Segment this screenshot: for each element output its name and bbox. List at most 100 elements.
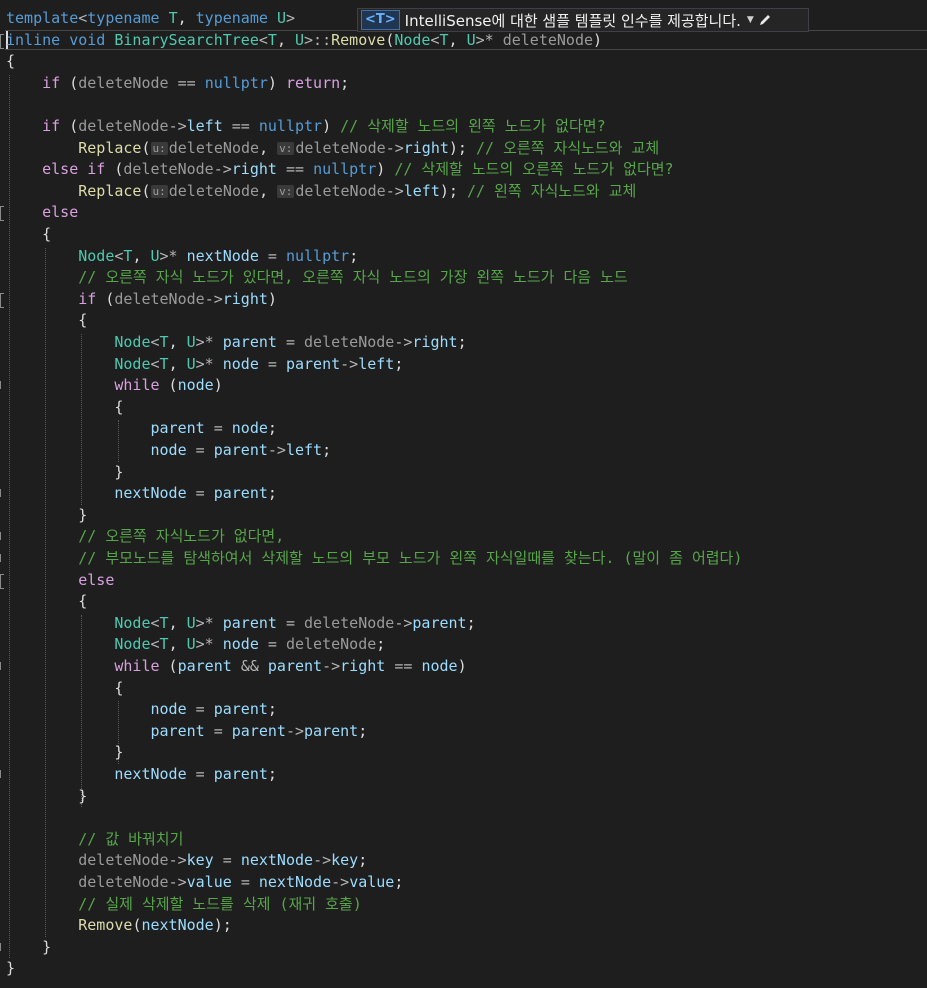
code-line[interactable]: Replace(u: deleteNode, v: deleteNode->righ… [6, 138, 659, 160]
code-line[interactable]: { [6, 397, 123, 419]
code-token: left [403, 181, 440, 200]
code-line[interactable]: } [6, 958, 15, 980]
code-token: parent [150, 721, 205, 740]
code-line[interactable]: deleteNode->key = nextNode->key; [6, 850, 367, 872]
code-line[interactable]: else [6, 570, 114, 592]
code-line[interactable]: template<typename T, typename U> [6, 8, 295, 30]
intellisense-template-bar[interactable]: <T> IntelliSense에 대한 샘플 템플릿 인수를 제공합니다. ▼ [357, 8, 809, 32]
code-lines[interactable]: template<typename T, typename U> inline v… [0, 0, 927, 988]
code-line[interactable]: parent = node; [6, 418, 277, 440]
code-token: ; [394, 354, 404, 373]
code-token: U [150, 246, 160, 265]
code-token: // 오른쪽 자식노드가 없다면, [78, 527, 285, 546]
code-line[interactable]: node = parent; [6, 699, 277, 721]
code-token: Remove [331, 30, 386, 49]
code-token: -> [322, 657, 341, 675]
code-line[interactable]: while (parent && parent->right == node) [6, 656, 467, 678]
code-token: , [132, 246, 151, 265]
code-line[interactable]: else [6, 202, 78, 224]
code-token: { [6, 52, 16, 71]
code-line[interactable]: Node<T, U>* parent = deleteNode->parent; [6, 613, 475, 635]
code-token: ( [159, 376, 178, 395]
code-token: >* [195, 635, 214, 654]
code-token: node [231, 419, 268, 438]
code-token: -> [385, 181, 404, 200]
code-token: return [285, 73, 341, 92]
code-line[interactable]: nextNode = parent; [6, 764, 277, 786]
code-line[interactable]: Node<T, U>* parent = deleteNode->right; [6, 332, 466, 354]
code-token: ; [376, 635, 386, 654]
code-line[interactable]: { [6, 51, 15, 73]
chevron-down-icon[interactable]: ▼ [747, 15, 754, 25]
code-line[interactable]: // 오른쪽 자식 노드가 있다면, 오른쪽 자식 노드의 가장 왼쪽 노드가 … [6, 267, 627, 289]
code-line[interactable]: } [6, 937, 51, 959]
code-line[interactable]: // 값 바꿔치기 [6, 829, 183, 851]
code-line[interactable]: deleteNode->value = nextNode->value; [6, 872, 403, 894]
code-line[interactable]: Replace(u: deleteNode, v: deleteNode->left… [6, 181, 636, 203]
code-token: deleteNode [114, 289, 205, 308]
code-line[interactable]: { [6, 591, 87, 613]
code-token: ) [322, 117, 341, 135]
code-line[interactable]: { [6, 678, 123, 700]
code-line[interactable]: node = parent->left; [6, 440, 332, 462]
code-line[interactable]: Node<T, U>* node = parent->left; [6, 354, 403, 376]
code-line[interactable]: if (deleteNode->left == nullptr) // 삭제할 … [6, 116, 605, 138]
code-token: T [267, 30, 277, 49]
code-line[interactable]: } [6, 786, 87, 808]
code-token: } [6, 505, 88, 524]
code-token: left [186, 117, 223, 135]
code-line[interactable]: // 오른쪽 자식노드가 없다면, [6, 526, 284, 548]
code-token: ) [267, 289, 277, 308]
code-line[interactable]: parent = parent->parent; [6, 721, 368, 743]
code-line[interactable]: { [6, 310, 87, 332]
code-token: // 부모노드를 탐색하여서 삭제할 노드의 부모 노드가 왼쪽 자식일때를 찾… [78, 549, 743, 567]
code-token: typename [195, 9, 268, 27]
code-token: nextNode [258, 873, 332, 891]
code-token: parent [304, 721, 359, 740]
code-line[interactable]: Remove(nextNode); [6, 915, 232, 937]
code-line[interactable]: Node<T, U>* node = deleteNode; [6, 634, 385, 656]
code-token: , [168, 354, 187, 373]
code-line[interactable]: } [6, 742, 123, 764]
code-line[interactable]: if (deleteNode->right) [6, 289, 277, 311]
code-line[interactable]: nextNode = parent; [6, 483, 277, 505]
code-token: parent [222, 333, 277, 351]
code-token: void [69, 30, 106, 49]
code-token: node [150, 441, 187, 459]
code-token: -> [204, 289, 223, 308]
code-token: ) [457, 657, 467, 675]
code-line[interactable]: Node<T, U>* nextNode = nullptr; [6, 246, 358, 268]
pencil-icon[interactable] [758, 13, 772, 27]
code-editor[interactable]: template<typename T, typename U> inline v… [0, 0, 927, 988]
code-token: Node [114, 354, 151, 373]
code-token: = [195, 484, 205, 503]
code-token: , [177, 9, 196, 27]
code-token: if [42, 73, 61, 92]
code-token: // 오른쪽 자식노드와 교체 [476, 138, 660, 157]
code-token: } [6, 462, 124, 481]
code-line[interactable]: if (deleteNode == nullptr) return; [6, 73, 349, 95]
code-line[interactable]: } [6, 505, 87, 527]
code-token: parent [213, 765, 268, 783]
code-line[interactable]: while (node) [6, 375, 222, 397]
code-token: parent [213, 441, 268, 459]
code-token: -> [313, 851, 332, 870]
code-line[interactable]: } [6, 462, 123, 484]
code-line[interactable]: // 부모노드를 탐색하여서 삭제할 노드의 부모 노드가 왼쪽 자식일때를 찾… [6, 548, 742, 570]
code-line[interactable]: // 실제 삭제할 노드를 삭제 (재귀 호출) [6, 894, 362, 916]
code-line[interactable]: { [6, 224, 51, 246]
code-token: ( [60, 117, 79, 135]
code-token: else [78, 570, 115, 589]
code-line[interactable]: else if (deleteNode->right == nullptr) /… [6, 159, 673, 181]
code-line[interactable]: inline void BinarySearchTree<T, U>::Remo… [6, 30, 602, 52]
code-token: BinarySearchTree [114, 30, 259, 49]
code-token: U [186, 635, 196, 654]
